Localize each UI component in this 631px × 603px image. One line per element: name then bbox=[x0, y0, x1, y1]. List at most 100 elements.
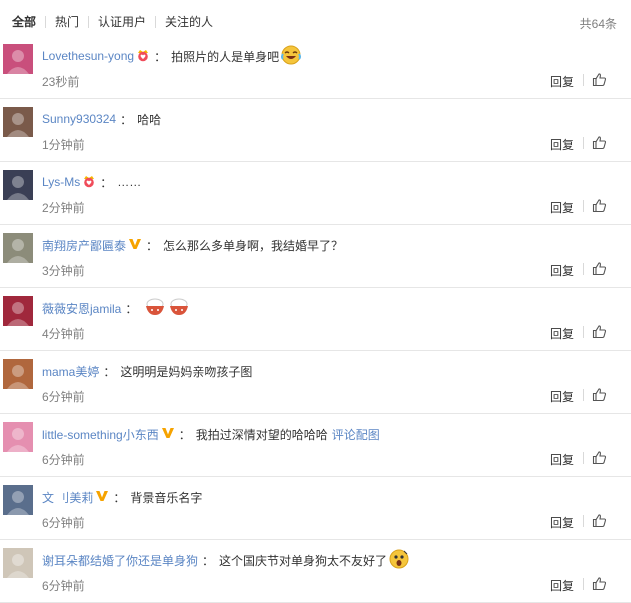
verified-v-icon[interactable] bbox=[128, 237, 142, 254]
reply-button[interactable]: 回复 bbox=[550, 451, 574, 468]
comment-body: Sunny930324 ： 哈哈 bbox=[42, 110, 161, 128]
comment-text: 这个国庆节对单身狗太不友好了 bbox=[219, 553, 388, 568]
crown-heart-icon[interactable] bbox=[136, 48, 150, 65]
comment-text: 哈哈 bbox=[137, 112, 162, 127]
comment-row: 南翔房产鄙匾泰 ： 怎么那么多单身啊，我结婚早了？ 3分钟前 回复 bbox=[0, 225, 631, 288]
username-link[interactable]: little-something小东西 bbox=[42, 426, 159, 443]
comment-colon: ： bbox=[100, 175, 113, 190]
thumbs-up-icon[interactable] bbox=[592, 387, 607, 402]
thumbs-up-icon[interactable] bbox=[592, 135, 607, 150]
avatar[interactable] bbox=[3, 359, 33, 389]
comment-time: 3分钟前 bbox=[42, 264, 85, 278]
reply-button[interactable]: 回复 bbox=[550, 262, 574, 279]
verified-v-icon[interactable] bbox=[95, 489, 109, 506]
action-divider bbox=[583, 74, 584, 86]
avatar[interactable] bbox=[3, 44, 33, 74]
comment-time: 23秒前 bbox=[42, 75, 80, 89]
action-divider bbox=[583, 452, 584, 464]
thumbs-up-icon[interactable] bbox=[592, 72, 607, 87]
thumbs-up-icon[interactable] bbox=[592, 324, 607, 339]
avatar[interactable] bbox=[3, 485, 33, 515]
reply-button[interactable]: 回复 bbox=[550, 73, 574, 90]
avatar[interactable] bbox=[3, 296, 33, 326]
crown-heart-icon[interactable] bbox=[82, 174, 96, 191]
comment-body: 文 刂美莉 ： 背景音乐名字 bbox=[42, 488, 202, 506]
username-link[interactable]: 谢耳朵都结婚了你还是单身狗 bbox=[42, 552, 198, 569]
reply-button[interactable]: 回复 bbox=[550, 325, 574, 342]
tab-hot[interactable]: 热门 bbox=[46, 15, 88, 29]
username-link[interactable]: 文 刂美莉 bbox=[42, 489, 93, 506]
avatar[interactable] bbox=[3, 107, 33, 137]
comment-time: 6分钟前 bbox=[42, 516, 85, 530]
action-divider bbox=[583, 578, 584, 590]
tab-all[interactable]: 全部 bbox=[0, 15, 45, 29]
shocked-face-emoji bbox=[389, 549, 409, 572]
reply-button[interactable]: 回复 bbox=[550, 514, 574, 531]
comment-row: 薇薇安恩jamila ： 4分钟前 回复 bbox=[0, 288, 631, 351]
comment-colon: ： bbox=[178, 427, 191, 442]
comment-body: mama美婷 ： 这明明是妈妈亲吻孩子图 bbox=[42, 362, 252, 380]
reply-button[interactable]: 回复 bbox=[550, 577, 574, 594]
comment-text: 怎么那么多单身啊，我结婚早了？ bbox=[163, 238, 344, 253]
comment-colon: ： bbox=[113, 490, 126, 505]
comment-body: Lovethesun-yong ： 拍照片的人是单身吧 bbox=[42, 45, 302, 68]
comment-text: 拍照片的人是单身吧 bbox=[171, 49, 280, 64]
username-link[interactable]: 薇薇安恩jamila bbox=[42, 300, 121, 317]
comment-body: 谢耳朵都结婚了你还是单身狗 ： 这个国庆节对单身狗太不友好了 bbox=[42, 549, 409, 572]
thumbs-up-icon[interactable] bbox=[592, 198, 607, 213]
comment-colon: ： bbox=[120, 112, 133, 127]
reply-button[interactable]: 回复 bbox=[550, 199, 574, 216]
comment-text: …… bbox=[117, 175, 142, 189]
action-divider bbox=[583, 326, 584, 338]
comment-colon: ： bbox=[146, 238, 159, 253]
thumbs-up-icon[interactable] bbox=[592, 261, 607, 276]
comment-colon: ： bbox=[154, 49, 167, 64]
double-rice-bowl-emoji bbox=[144, 297, 190, 320]
action-divider bbox=[583, 389, 584, 401]
thumbs-up-icon[interactable] bbox=[592, 576, 607, 591]
username-link[interactable]: mama美婷 bbox=[42, 363, 99, 380]
comment-row: 谢耳朵都结婚了你还是单身狗 ： 这个国庆节对单身狗太不友好了 6分钟前 回复 bbox=[0, 540, 631, 603]
action-divider bbox=[583, 200, 584, 212]
comment-text: 背景音乐名字 bbox=[130, 490, 203, 505]
username-link[interactable]: Lovethesun-yong bbox=[42, 49, 134, 63]
comment-row: 文 刂美莉 ： 背景音乐名字 6分钟前 回复 bbox=[0, 477, 631, 540]
username-link[interactable]: Lys-Ms bbox=[42, 175, 80, 189]
comment-colon: ： bbox=[125, 301, 138, 316]
comment-row: Lys-Ms ： …… 2分钟前 回复 bbox=[0, 162, 631, 225]
avatar[interactable] bbox=[3, 422, 33, 452]
avatar[interactable] bbox=[3, 170, 33, 200]
comment-row: Lovethesun-yong ： 拍照片的人是单身吧 23秒前 回复 bbox=[0, 36, 631, 99]
action-divider bbox=[583, 515, 584, 527]
thumbs-up-icon[interactable] bbox=[592, 450, 607, 465]
comment-text: 这明明是妈妈亲吻孩子图 bbox=[120, 364, 253, 379]
action-divider bbox=[583, 263, 584, 275]
comment-list: Lovethesun-yong：拍照片的人是单身吧 23秒前 回复 Sunny9303… bbox=[0, 36, 631, 603]
username-link[interactable]: 南翔房产鄙匾泰 bbox=[42, 237, 126, 254]
avatar[interactable] bbox=[3, 233, 33, 263]
laugh-cry-emoji bbox=[281, 45, 302, 68]
comment-image-link[interactable]: 评论配图 bbox=[332, 426, 380, 443]
reply-button[interactable]: 回复 bbox=[550, 388, 574, 405]
comment-body: 薇薇安恩jamila ： bbox=[42, 297, 190, 320]
tab-following[interactable]: 关注的人 bbox=[156, 15, 222, 29]
comment-time: 2分钟前 bbox=[42, 201, 85, 215]
username-link[interactable]: Sunny930324 bbox=[42, 112, 116, 126]
comment-row: little-something小东西 ： 我拍过深情对望的哈哈哈 评论配图 6分钟前 回… bbox=[0, 414, 631, 477]
comment-text: 我拍过深情对望的哈哈哈 bbox=[195, 427, 328, 442]
comment-body: Lys-Ms ： …… bbox=[42, 173, 141, 191]
comment-body: little-something小东西 ： 我拍过深情对望的哈哈哈 评论配图 bbox=[42, 425, 380, 443]
verified-v-icon[interactable] bbox=[161, 426, 175, 443]
comment-time: 6分钟前 bbox=[42, 453, 85, 467]
comment-time: 1分钟前 bbox=[42, 138, 85, 152]
reply-button[interactable]: 回复 bbox=[550, 136, 574, 153]
comment-row: Sunny930324 ： 哈哈 1分钟前 回复 bbox=[0, 99, 631, 162]
comment-time: 6分钟前 bbox=[42, 390, 85, 404]
avatar[interactable] bbox=[3, 548, 33, 578]
tab-verified-users[interactable]: 认证用户 bbox=[89, 15, 155, 29]
comment-row: mama美婷 ： 这明明是妈妈亲吻孩子图 6分钟前 回复 bbox=[0, 351, 631, 414]
thumbs-up-icon[interactable] bbox=[592, 513, 607, 528]
action-divider bbox=[583, 137, 584, 149]
comment-time: 6分钟前 bbox=[42, 579, 85, 593]
comment-colon: ： bbox=[202, 553, 215, 568]
